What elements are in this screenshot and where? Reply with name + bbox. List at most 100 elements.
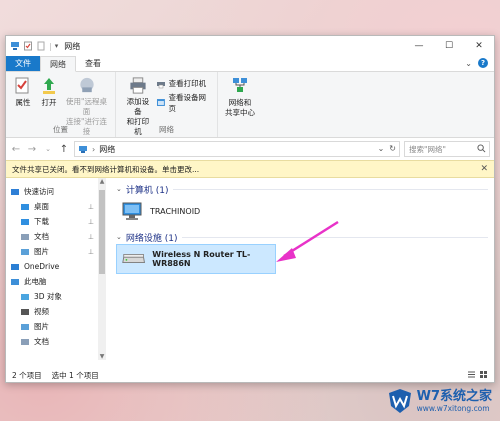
back-button[interactable]: ←	[10, 144, 22, 155]
view-device-webpage-button[interactable]: 查看设备网页	[156, 92, 213, 114]
nav-item-label: 下载	[34, 217, 49, 226]
nav-item-label: 文档	[34, 337, 49, 346]
nav-item[interactable]: 3D 对象	[6, 289, 106, 304]
ribbon-expand-chevron-icon[interactable]: ⌄	[465, 59, 472, 68]
nav-item[interactable]: 图片 ⊥	[6, 244, 106, 259]
address-dropdown-icon[interactable]: ⌄	[378, 144, 385, 153]
address-separator: ›	[92, 144, 96, 154]
webpage-icon	[156, 99, 165, 106]
group-network-label: 网络	[159, 125, 174, 134]
search-placeholder: 搜索"网络"	[409, 144, 446, 154]
info-bar-text[interactable]: 文件共享已关闭。看不到网络计算机和设备。单击更改...	[12, 164, 199, 175]
status-item-count: 2 个项目	[12, 370, 42, 380]
nav-item[interactable]: 图片	[6, 319, 106, 334]
nav-item-label: 文档	[34, 232, 49, 241]
nav-item-label: 快速访问	[24, 187, 54, 196]
nav-item-label: 视频	[34, 307, 49, 316]
up-button[interactable]: ↑	[58, 144, 70, 155]
pin-icon[interactable]: ⊥	[88, 233, 94, 241]
open-label: 打开	[41, 98, 57, 107]
title-bar: | ▾ 网络 — ☐ ✕	[6, 36, 494, 56]
help-icon[interactable]: ?	[478, 58, 488, 68]
nav-scroll-thumb[interactable]	[99, 190, 105, 274]
recent-locations-button[interactable]: ⌄	[42, 145, 54, 153]
minimize-button[interactable]: —	[404, 36, 434, 56]
tab-network[interactable]: 网络	[40, 56, 76, 72]
address-field[interactable]: › 网络 ⌄ ↻	[74, 141, 400, 157]
tab-view[interactable]: 查看	[76, 56, 110, 71]
status-bar: 2 个项目 选中 1 个项目	[6, 368, 494, 382]
quick-access-separator: |	[49, 41, 52, 51]
desktop-folder-icon	[21, 203, 29, 210]
printer-icon	[130, 77, 146, 94]
view-device-webpage-label: 查看设备网页	[168, 93, 207, 113]
pin-icon[interactable]: ⊥	[88, 248, 94, 256]
group-location-label: 位置	[53, 125, 68, 134]
video-folder-icon	[21, 308, 29, 315]
scroll-down-arrow-icon[interactable]: ▼	[98, 353, 106, 360]
pictures-folder-icon	[21, 323, 29, 330]
nav-scrollbar[interactable]: ▲ ▼	[98, 178, 106, 360]
view-printers-button[interactable]: 查看打印机	[156, 78, 213, 89]
collapse-chevron-icon[interactable]: ⌄	[116, 185, 122, 193]
nav-item[interactable]: 视频	[6, 304, 106, 319]
nav-item[interactable]: 文档 ⊥	[6, 229, 106, 244]
section-divider	[172, 188, 488, 190]
search-input[interactable]: 搜索"网络"	[404, 141, 490, 157]
star-icon	[11, 188, 19, 195]
window-title: 网络	[64, 41, 81, 51]
network-icon[interactable]	[10, 41, 20, 51]
tab-file[interactable]: 文件	[6, 56, 40, 71]
nav-item-label: 3D 对象	[34, 292, 62, 301]
documents-folder-icon	[21, 233, 29, 240]
nav-item-label: 图片	[34, 322, 49, 331]
group-location: 属性 打开 使用"远程桌面 连接"进行连接 位置	[6, 72, 116, 137]
w7-shield-icon	[388, 389, 411, 413]
view-switcher	[467, 370, 488, 379]
ribbon-tabs: 文件 网络 查看 ⌄ ?	[6, 56, 494, 72]
pin-icon[interactable]: ⊥	[88, 203, 94, 211]
ribbon-right-controls: ⌄ ?	[465, 58, 488, 68]
network-center-icon	[233, 78, 247, 92]
navigation-pane: 快速访问 桌面 ⊥ 下载 ⊥ 文档 ⊥ 图片 ⊥ OneDrive 此电脑 3D 对象 视频 图片 文档 ▲…	[6, 178, 106, 360]
close-button[interactable]: ✕	[464, 36, 494, 56]
maximize-button[interactable]: ☐	[434, 36, 464, 56]
address-path[interactable]: 网络	[99, 144, 115, 155]
group-network: 添加设备 和打印机 查看打印机 查看设备网页 网络	[116, 72, 218, 137]
details-view-icon[interactable]	[467, 370, 476, 379]
network-center-label: 网络和 共享中心	[225, 98, 255, 117]
blank-doc-icon[interactable]	[36, 41, 46, 51]
info-bar[interactable]: 文件共享已关闭。看不到网络计算机和设备。单击更改... ✕	[6, 160, 494, 178]
refresh-icon[interactable]: ↻	[389, 144, 396, 153]
nav-item[interactable]: 桌面 ⊥	[6, 199, 106, 214]
pin-icon[interactable]: ⊥	[88, 218, 94, 226]
properties-icon[interactable]	[23, 41, 33, 51]
nav-item-label: 桌面	[34, 202, 49, 211]
search-icon[interactable]	[477, 144, 486, 153]
watermark-logo: W7系统之家 www.w7xitong.com	[387, 388, 492, 414]
open-icon	[43, 78, 55, 94]
main-body: 快速访问 桌面 ⊥ 下载 ⊥ 文档 ⊥ 图片 ⊥ OneDrive 此电脑 3D 对象 视频 图片 文档 ▲…	[6, 178, 494, 360]
scroll-up-arrow-icon[interactable]: ▲	[98, 178, 106, 185]
section-computers[interactable]: ⌄ 计算机 (1)	[116, 182, 494, 196]
nav-item[interactable]: 此电脑	[6, 274, 106, 289]
tiles-view-icon[interactable]	[479, 370, 488, 379]
3d-objects-icon	[21, 293, 29, 300]
content-pane: ⌄ 计算机 (1) TRACHINOID ⌄ 网络设施 (1) Wireless…	[106, 178, 494, 360]
network-sharing-center-button[interactable]: 网络和 共享中心	[222, 76, 258, 137]
nav-item[interactable]: 下载 ⊥	[6, 214, 106, 229]
info-bar-close-icon[interactable]: ✕	[480, 164, 488, 174]
customize-qa-chevron-icon[interactable]: ▾	[55, 42, 59, 50]
section-infrastructure-title: 网络设施 (1)	[125, 233, 178, 244]
nav-item[interactable]: 文档	[6, 334, 106, 349]
forward-button[interactable]: →	[26, 144, 38, 155]
ribbon: 属性 打开 使用"远程桌面 连接"进行连接 位置 添加设备 和打印机 查看打印机	[6, 72, 494, 138]
device-router[interactable]: Wireless N Router TL-WR886N	[116, 244, 276, 274]
network-location-icon	[79, 146, 87, 153]
nav-item[interactable]: OneDrive	[6, 259, 106, 274]
nav-list: 快速访问 桌面 ⊥ 下载 ⊥ 文档 ⊥ 图片 ⊥ OneDrive 此电脑 3D 对象 视频 图片 文档	[6, 184, 106, 349]
nav-item[interactable]: 快速访问	[6, 184, 106, 199]
cloud-icon	[11, 263, 19, 270]
collapse-chevron-icon[interactable]: ⌄	[116, 233, 122, 241]
pictures-folder-icon	[21, 248, 29, 255]
